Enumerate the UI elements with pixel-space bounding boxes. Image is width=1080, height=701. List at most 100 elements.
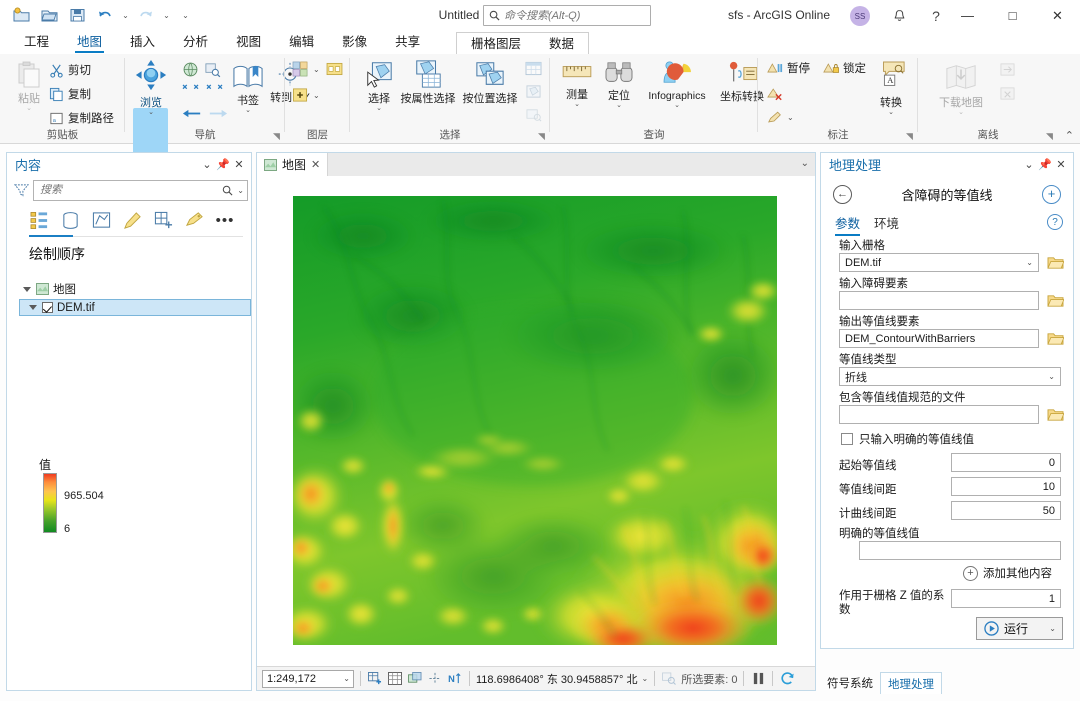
contents-close-icon[interactable]: ✕ <box>231 155 247 173</box>
scale-dropdown-icon[interactable]: ⌄ <box>343 674 350 683</box>
remove-label-button[interactable] <box>764 82 786 104</box>
tab-share[interactable]: 共享 <box>381 32 434 54</box>
add-data-icon[interactable] <box>367 670 383 687</box>
save-project-icon[interactable] <box>64 3 90 27</box>
filter-icon[interactable] <box>12 181 30 199</box>
bookmarks-button[interactable]: 书签 ⌄ <box>225 58 271 114</box>
tab-imagery[interactable]: 影像 <box>328 32 381 54</box>
tab-view[interactable]: 视图 <box>222 32 275 54</box>
tab-raster-layer[interactable]: 栅格图层 <box>457 33 536 54</box>
lock-labeling-button[interactable]: 锁定 <box>820 57 869 79</box>
collapse-ribbon-icon[interactable]: ⌃ <box>1065 129 1074 142</box>
contour-file-browse-icon[interactable] <box>1047 407 1065 422</box>
select-by-attributes-button[interactable]: 按属性选择 <box>398 56 458 105</box>
navigate-dialog-launcher[interactable]: ◥ <box>271 131 282 142</box>
minimize-button[interactable]: — <box>945 0 990 31</box>
tab-edit[interactable]: 编辑 <box>275 32 328 54</box>
cut-button[interactable]: 剪切 <box>46 59 94 81</box>
open-project-icon[interactable] <box>36 3 62 27</box>
explore-button[interactable]: 浏览 ⌄ <box>128 56 174 116</box>
search-options-icon[interactable]: ⌄ <box>237 186 244 195</box>
remove-offline-map-button[interactable] <box>996 82 1019 104</box>
contents-search-box[interactable]: ⌄ <box>33 179 248 201</box>
symbology-button[interactable]: ⌄ <box>289 58 323 80</box>
run-dropdown-icon[interactable]: ⌄ <box>1049 624 1056 633</box>
attribute-table-button[interactable] <box>522 57 545 79</box>
pause-drawing-icon[interactable] <box>750 670 766 687</box>
undo-icon[interactable] <box>92 3 118 27</box>
dem-raster-layer[interactable] <box>293 196 777 645</box>
north-indicator-icon[interactable]: N <box>447 670 463 687</box>
label-style-button[interactable]: ⌄ <box>764 106 797 128</box>
select-by-location-button[interactable]: 按位置选择 <box>460 56 520 105</box>
tab-analysis[interactable]: 分析 <box>169 32 222 54</box>
basemap-icon[interactable] <box>407 670 423 687</box>
expand-map-icon[interactable] <box>23 285 32 294</box>
contour-type-combo[interactable]: 折线 ⌄ <box>839 367 1061 386</box>
input-raster-combo[interactable]: DEM.tif ⌄ <box>839 253 1039 272</box>
new-project-icon[interactable] <box>8 3 34 27</box>
tab-map[interactable]: 地图 <box>63 32 116 54</box>
tab-environments[interactable]: 环境 <box>874 213 899 236</box>
add-data-button[interactable]: ⌄ <box>289 84 323 106</box>
toc-layer-node[interactable]: DEM.tif <box>19 299 251 316</box>
input-barrier-field[interactable] <box>839 291 1039 310</box>
customize-qat-icon[interactable]: ⌄ <box>180 11 191 20</box>
list-by-drawing-order-icon[interactable] <box>29 209 49 231</box>
map-view-tab[interactable]: 地图 ✕ <box>257 153 329 176</box>
select-all-button[interactable] <box>522 80 545 102</box>
map-tab-list-icon[interactable]: ⌄ <box>801 158 809 169</box>
contents-pin-icon[interactable]: 📌 <box>215 155 231 173</box>
tab-geoprocessing[interactable]: 地理处理 <box>880 672 942 694</box>
explicit-only-checkbox[interactable] <box>841 433 853 445</box>
geoprocessing-pin-icon[interactable]: 📌 <box>1037 155 1053 173</box>
zoom-to-layer-button[interactable] <box>201 58 224 80</box>
z-factor-input[interactable]: 1 <box>951 589 1061 608</box>
notification-bell-icon[interactable] <box>888 5 910 26</box>
locate-button[interactable]: 定位 ⌄ <box>596 57 642 109</box>
sync-map-button[interactable] <box>996 58 1019 80</box>
contour-interval-input[interactable]: 10 <box>951 477 1061 496</box>
command-search[interactable] <box>483 5 651 26</box>
refresh-icon[interactable] <box>779 670 795 687</box>
snapping-icon[interactable] <box>427 670 443 687</box>
tab-symbology[interactable]: 符号系统 <box>820 672 880 694</box>
redo-dropdown-icon[interactable]: ⌄ <box>161 11 172 20</box>
help-icon[interactable]: ? <box>925 5 947 26</box>
avatar[interactable]: SS <box>850 6 870 26</box>
list-by-selection-icon[interactable] <box>91 209 111 231</box>
measure-button[interactable]: 测量 ⌄ <box>554 58 600 108</box>
explicit-only-checkbox-row[interactable]: 只输入明确的等值线值 <box>841 431 974 447</box>
contents-search-input[interactable] <box>40 184 223 196</box>
offline-dialog-launcher[interactable]: ◥ <box>1044 131 1055 142</box>
back-button[interactable]: ← <box>833 184 852 204</box>
list-by-editing-icon[interactable] <box>122 209 142 231</box>
open-table-icon[interactable] <box>387 670 403 687</box>
coordinate-units-dropdown-icon[interactable]: ⌄ <box>642 674 649 683</box>
tool-help-icon[interactable]: ? <box>1047 214 1063 230</box>
close-button[interactable]: ✕ <box>1035 0 1080 31</box>
layer-visibility-checkbox[interactable] <box>42 302 53 313</box>
command-search-input[interactable] <box>504 9 644 22</box>
index-interval-input[interactable]: 50 <box>951 501 1061 520</box>
tab-parameters[interactable]: 参数 <box>835 213 861 236</box>
toc-map-node[interactable]: 地图 <box>23 280 76 298</box>
copy-path-button[interactable]: a 复制路径 <box>46 107 117 129</box>
previous-extent-button[interactable] <box>179 102 205 124</box>
undo-dropdown-icon[interactable]: ⌄ <box>120 11 131 20</box>
list-by-data-source-icon[interactable] <box>60 209 80 231</box>
fixed-zoom-out-button[interactable] <box>203 80 226 102</box>
convert-labels-button[interactable]: A 转换 ⌄ <box>868 58 914 116</box>
more-options-icon[interactable]: ••• <box>215 209 235 231</box>
clear-selection-button[interactable] <box>522 103 545 125</box>
tab-insert[interactable]: 插入 <box>116 32 169 54</box>
redo-icon[interactable] <box>133 3 159 27</box>
contour-file-field[interactable] <box>839 405 1039 424</box>
input-raster-dropdown-icon[interactable]: ⌄ <box>1023 258 1036 267</box>
selection-dialog-launcher[interactable]: ◥ <box>536 131 547 142</box>
map-scale-selector[interactable]: 1:249,172 ⌄ <box>262 669 354 688</box>
find-selection-icon[interactable] <box>661 670 677 687</box>
base-contour-input[interactable]: 0 <box>951 453 1061 472</box>
layer-properties-button[interactable] <box>323 58 346 80</box>
geoprocessing-close-icon[interactable]: ✕ <box>1053 155 1069 173</box>
